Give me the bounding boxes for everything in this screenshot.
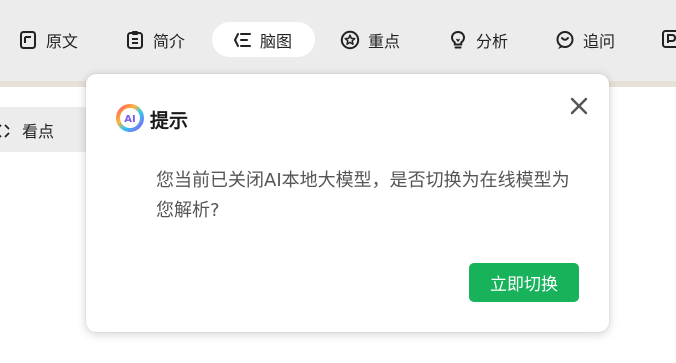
tab-label: 简介 [153, 31, 186, 51]
dialog-message: 您当前已关闭AI本地大模型，是否切换为在线模型为您解析? [156, 170, 570, 221]
tab-key-points[interactable]: 重点 [340, 22, 400, 57]
presentation-icon [662, 30, 676, 49]
tab-summary[interactable]: 简介 [125, 22, 185, 57]
close-icon [570, 97, 588, 115]
prompt-dialog: AI 提示 您当前已关闭AI本地大模型，是否切换为在线模型为您解析? 立即切换 [86, 74, 609, 332]
tab-follow-up[interactable]: 追问 [555, 22, 615, 57]
tab-mindmap[interactable]: 脑图 [212, 22, 315, 57]
sidebar-item-label: 看点 [22, 121, 55, 141]
sidebar-item-highlights[interactable]: 看点 [0, 107, 86, 152]
document-icon [18, 30, 38, 50]
clipboard-icon [125, 30, 145, 50]
lightbulb-icon [448, 30, 468, 50]
chat-question-icon [555, 30, 575, 50]
close-button[interactable] [568, 95, 590, 117]
tab-label: 原文 [46, 31, 79, 51]
tab-label: 重点 [368, 31, 401, 51]
ai-logo-icon: AI [116, 104, 144, 132]
top-toolbar: 原文 简介 脑图 重点 分析 追问 [0, 0, 676, 81]
ai-logo-text: AI [124, 114, 135, 125]
switch-now-button[interactable]: 立即切换 [469, 263, 579, 302]
tab-original-text[interactable]: 原文 [18, 22, 78, 57]
star-circle-icon [340, 30, 360, 50]
tab-more-partial[interactable] [662, 29, 676, 49]
expand-icon [0, 123, 10, 138]
tab-label: 分析 [476, 31, 509, 51]
tab-label: 追问 [583, 31, 616, 51]
tab-label: 脑图 [260, 31, 293, 51]
mindmap-icon [232, 30, 252, 50]
dialog-title: 提示 [150, 110, 189, 132]
tab-analysis[interactable]: 分析 [448, 22, 508, 57]
